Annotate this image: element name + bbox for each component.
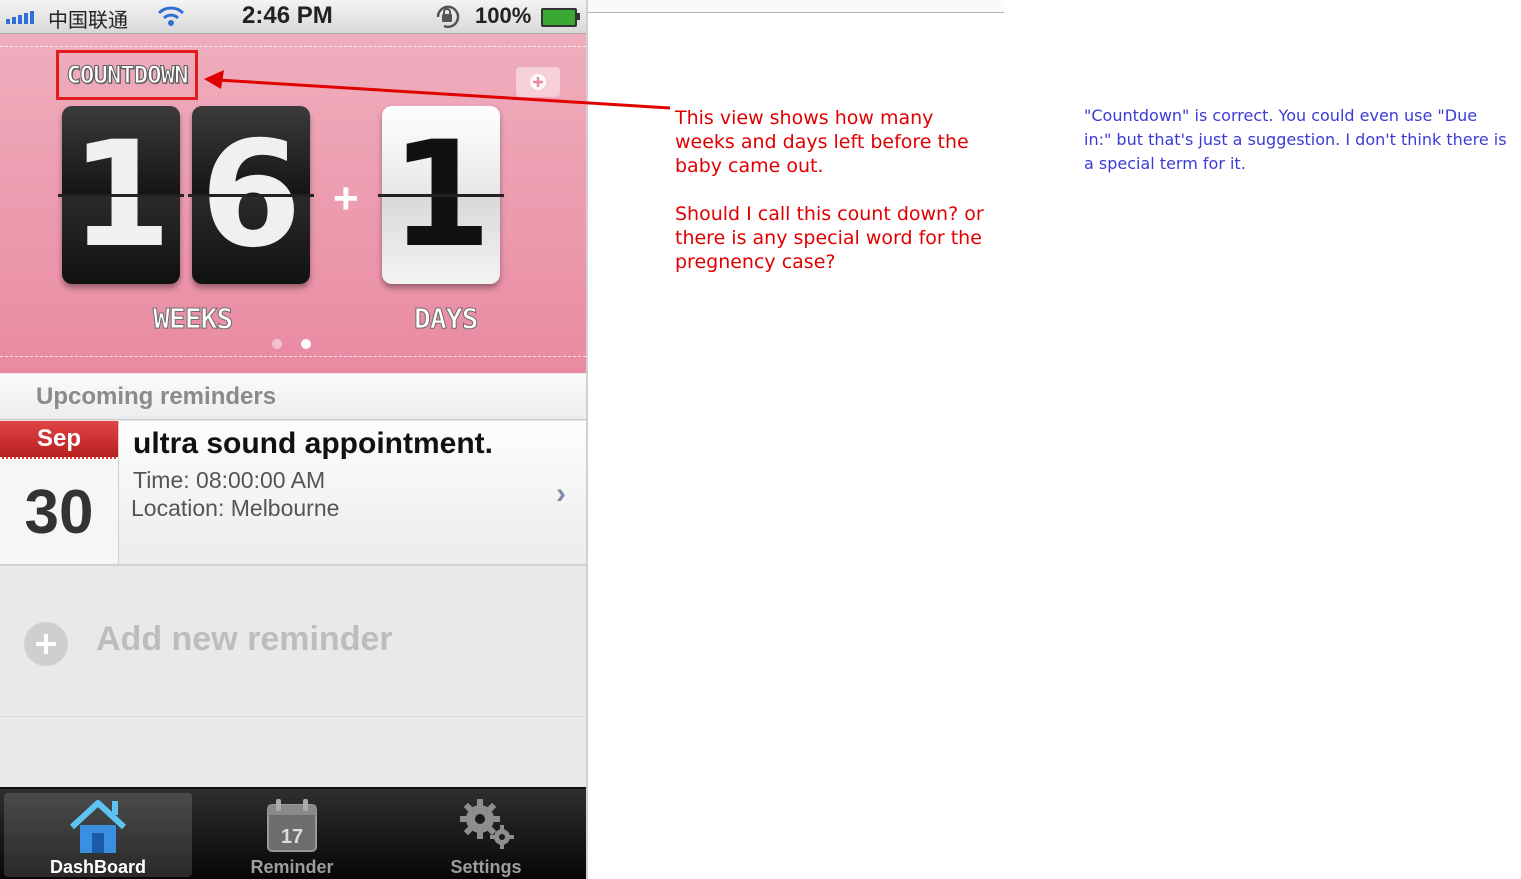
carrier-name: 中国联通 <box>48 10 128 32</box>
question-annotation: This view shows how many weeks and days … <box>675 106 995 274</box>
rotation-lock-icon <box>432 4 462 35</box>
reminders-section-header: Upcoming reminders <box>0 374 586 420</box>
status-bar: 中国联通 2:46 PM 100% <box>0 0 586 34</box>
battery-percentage: 100% <box>475 3 532 28</box>
reminder-location: Location: Melbourne <box>131 495 340 521</box>
reminder-date-badge: Sep 30 <box>0 421 119 564</box>
reminders-header-label: Upcoming reminders <box>36 382 277 410</box>
weeks-ones-digit-card: 6 <box>188 106 314 284</box>
home-icon <box>66 797 130 860</box>
days-label: DAYS <box>413 302 478 336</box>
weeks-tens-digit-card: 1 <box>58 106 184 284</box>
question-line-2: Should I call this count down? or there … <box>675 203 984 273</box>
reminder-month: Sep <box>0 421 118 459</box>
gear-icon <box>456 797 516 860</box>
add-reminder-row[interactable]: Add new reminder <box>0 566 586 717</box>
tab-reminder[interactable]: 17 Reminder <box>198 793 386 877</box>
add-reminder-label[interactable]: Add new reminder <box>96 620 393 659</box>
countdown-title: COUNTDOWN <box>66 61 189 90</box>
wifi-icon <box>156 4 186 33</box>
tab-settings-label: Settings <box>450 857 522 877</box>
tab-dashboard[interactable]: DashBoard <box>4 793 192 877</box>
tab-settings[interactable]: Settings <box>392 793 580 877</box>
tab-bar: DashBoard 17 Reminder Settings <box>0 787 586 879</box>
tab-reminder-label: Reminder <box>250 857 334 877</box>
days-digit-card: 1 <box>378 106 504 284</box>
reminder-time: Time: 08:00:00 AM <box>133 467 326 493</box>
countdown-title-highlight: COUNTDOWN <box>56 50 198 100</box>
battery-icon <box>541 8 580 27</box>
tab-dashboard-label: DashBoard <box>49 857 147 877</box>
page-dot-1[interactable] <box>272 339 282 349</box>
status-time: 2:46 PM <box>242 2 333 29</box>
calendar-icon-number: 17 <box>281 826 303 848</box>
reminder-title: ultra sound appointment. <box>133 427 493 460</box>
page-dot-2[interactable] <box>301 339 311 349</box>
plus-separator: + <box>333 174 359 223</box>
chevron-right-icon[interactable]: › <box>556 477 566 511</box>
reminder-list-item[interactable]: Sep 30 ultra sound appointment. Time: 08… <box>0 421 586 566</box>
weeks-label: WEEKS <box>152 302 233 336</box>
canvas-top-rule <box>588 0 1004 13</box>
reminder-day: 30 <box>24 478 94 547</box>
annotation-arrow <box>204 70 671 110</box>
calendar-icon: 17 <box>264 797 320 860</box>
signal-strength-icon <box>6 8 34 24</box>
phone-screen: 中国联通 2:46 PM 100% COUNTDOWN 1 6 + 1 WEEK… <box>0 0 588 879</box>
question-line-1: This view shows how many weeks and days … <box>675 107 969 177</box>
add-circle-icon[interactable] <box>24 622 68 666</box>
answer-annotation: "Countdown" is correct. You could even u… <box>1084 106 1507 173</box>
page-indicator[interactable] <box>272 339 311 349</box>
